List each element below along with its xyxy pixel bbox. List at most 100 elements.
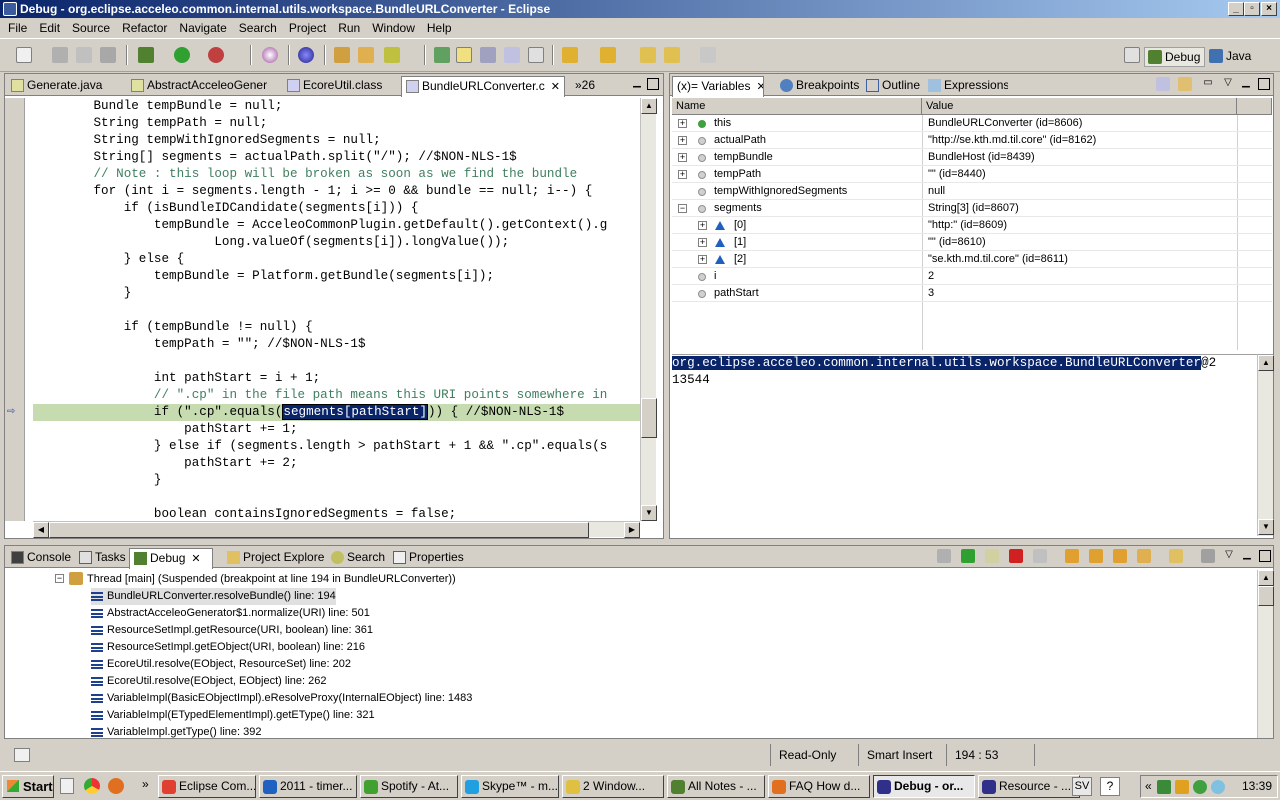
tray-app-icon[interactable] bbox=[1157, 780, 1171, 794]
tab-generate-java[interactable]: Generate.java bbox=[7, 76, 125, 96]
maximize-button[interactable]: ▫ bbox=[1244, 2, 1260, 16]
expand-toggle[interactable]: + bbox=[698, 238, 707, 247]
scroll-up-icon[interactable]: ▲ bbox=[641, 98, 657, 114]
menu-window[interactable]: Window bbox=[366, 21, 421, 35]
taskbar-button[interactable]: All Notes - ... bbox=[667, 775, 765, 798]
maximize-view-icon[interactable] bbox=[647, 78, 659, 90]
variable-row[interactable]: + [0] "http:" (id=8609) bbox=[672, 217, 1272, 234]
tab-tasks[interactable]: Tasks bbox=[75, 548, 129, 568]
minimize-view-icon[interactable]: ▁ bbox=[631, 78, 643, 90]
thread-label[interactable]: Thread [main] (Suspended (breakpoint at … bbox=[87, 571, 456, 588]
stack-frame[interactable]: VariableImpl(BasicEObjectImpl).eResolveP… bbox=[91, 690, 472, 707]
debug-icon[interactable] bbox=[138, 47, 154, 63]
close-tab-icon[interactable]: ✕ bbox=[551, 81, 560, 93]
stack-frame[interactable]: EcoreUtil.resolve(EObject, EObject) line… bbox=[91, 673, 326, 690]
detail-pane[interactable]: org.eclipse.acceleo.common.internal.util… bbox=[672, 354, 1257, 534]
tab-debug[interactable]: Debug ✕ bbox=[129, 548, 213, 569]
tab-expressions[interactable]: Expressions bbox=[924, 76, 1008, 96]
maximize-view-icon[interactable] bbox=[1259, 550, 1271, 562]
step-over-icon[interactable] bbox=[1089, 549, 1103, 563]
step-into-icon[interactable] bbox=[1065, 549, 1079, 563]
open-folder-icon[interactable] bbox=[358, 47, 374, 63]
detail-vertical-scrollbar[interactable]: ▲ ▼ bbox=[1257, 354, 1274, 536]
drop-to-frame-icon[interactable] bbox=[1137, 549, 1151, 563]
suspend-icon[interactable] bbox=[985, 549, 999, 563]
resume-icon[interactable] bbox=[961, 549, 975, 563]
scroll-down-icon[interactable]: ▼ bbox=[641, 505, 657, 521]
save-all-icon[interactable] bbox=[76, 47, 92, 63]
menu-project[interactable]: Project bbox=[283, 21, 332, 35]
stack-frame[interactable]: ResourceSetImpl.getEObject(URI, boolean)… bbox=[91, 639, 365, 656]
quicklaunch-overflow-icon[interactable]: » bbox=[142, 777, 149, 791]
menu-search[interactable]: Search bbox=[233, 21, 283, 35]
maximize-view-icon[interactable] bbox=[1258, 78, 1270, 90]
tab-bundleurlconverter[interactable]: BundleURLConverter.c ✕ bbox=[401, 76, 565, 97]
minimize-view-icon[interactable]: ▁ bbox=[1241, 550, 1253, 562]
tray-network-icon[interactable] bbox=[1193, 780, 1207, 794]
expand-toggle[interactable]: + bbox=[678, 170, 687, 179]
perspective-java[interactable]: Java bbox=[1206, 47, 1255, 67]
scroll-right-icon[interactable]: ▶ bbox=[624, 522, 640, 538]
menu-edit[interactable]: Edit bbox=[33, 21, 66, 35]
scroll-down-icon[interactable]: ▼ bbox=[1258, 519, 1274, 535]
scroll-up-icon[interactable]: ▲ bbox=[1258, 570, 1274, 586]
perspective-debug[interactable]: Debug bbox=[1144, 47, 1206, 67]
expand-toggle[interactable]: − bbox=[678, 204, 687, 213]
use-step-filters-icon[interactable] bbox=[1169, 549, 1183, 563]
taskbar-button[interactable]: Eclipse Com... bbox=[158, 775, 256, 798]
minimize-view-icon[interactable]: ▁ bbox=[1240, 78, 1252, 90]
taskbar-button[interactable]: Resource - ... bbox=[978, 775, 1080, 798]
variable-row[interactable]: pathStart 3 bbox=[672, 285, 1272, 302]
show-desktop-icon[interactable] bbox=[60, 778, 74, 794]
menu-help[interactable]: Help bbox=[421, 21, 458, 35]
variable-row[interactable]: + this BundleURLConverter (id=8606) bbox=[672, 115, 1272, 132]
firefox-quicklaunch-icon[interactable] bbox=[108, 778, 124, 794]
scroll-up-icon[interactable]: ▲ bbox=[1258, 355, 1274, 371]
remove-terminated-icon[interactable] bbox=[937, 549, 951, 563]
back-icon[interactable] bbox=[640, 47, 656, 63]
expand-toggle[interactable]: + bbox=[698, 221, 707, 230]
expand-toggle[interactable]: + bbox=[698, 255, 707, 264]
show-type-names-icon[interactable] bbox=[1156, 77, 1170, 91]
start-button[interactable]: Start bbox=[2, 775, 54, 798]
menu-source[interactable]: Source bbox=[66, 21, 116, 35]
stack-frame[interactable]: ResourceSetImpl.getResource(URI, boolean… bbox=[91, 622, 373, 639]
expand-toggle[interactable]: + bbox=[678, 136, 687, 145]
toggle-mark-icon[interactable] bbox=[434, 47, 450, 63]
variable-row[interactable]: − segments String[3] (id=8607) bbox=[672, 200, 1272, 217]
collapse-all-icon[interactable]: ▭ bbox=[1202, 78, 1214, 90]
minimize-button[interactable]: _ bbox=[1228, 2, 1244, 16]
variable-row[interactable]: + tempBundle BundleHost (id=8439) bbox=[672, 149, 1272, 166]
back-history-icon[interactable] bbox=[664, 47, 680, 63]
menu-run[interactable]: Run bbox=[332, 21, 366, 35]
menu-file[interactable]: File bbox=[2, 21, 33, 35]
open-perspective-icon[interactable] bbox=[1124, 47, 1140, 63]
stack-frame[interactable]: AbstractAcceleoGenerator$1.normalize(URI… bbox=[91, 605, 370, 622]
save-icon[interactable] bbox=[52, 47, 68, 63]
column-header-value[interactable]: Value bbox=[922, 98, 1237, 115]
run-icon[interactable] bbox=[174, 47, 190, 63]
taskbar-button[interactable]: Debug - or... bbox=[873, 775, 975, 798]
variable-row[interactable]: + [1] "" (id=8610) bbox=[672, 234, 1272, 251]
tab-outline[interactable]: Outline bbox=[862, 76, 924, 96]
web-icon[interactable] bbox=[298, 47, 314, 63]
tab-breakpoints[interactable]: Breakpoints bbox=[776, 76, 860, 96]
show-logical-structure-icon[interactable] bbox=[1178, 77, 1192, 91]
paragraph-icon[interactable] bbox=[528, 47, 544, 63]
view-menu-icon[interactable]: ▽ bbox=[1222, 78, 1234, 90]
chrome-quicklaunch-icon[interactable] bbox=[84, 778, 100, 794]
variable-row[interactable]: i2 bbox=[672, 268, 1272, 285]
close-button[interactable]: × bbox=[1261, 2, 1277, 16]
menu-navigate[interactable]: Navigate bbox=[173, 21, 232, 35]
tab-overflow[interactable]: »26 bbox=[565, 76, 605, 96]
stack-frame[interactable]: VariableImpl.getType() line: 392 bbox=[91, 724, 262, 741]
close-tab-icon[interactable]: ✕ bbox=[191, 553, 200, 565]
tab-ecoreutil-class[interactable]: EcoreUtil.class bbox=[283, 76, 401, 96]
print-icon[interactable] bbox=[100, 47, 116, 63]
search-tool-icon[interactable] bbox=[384, 47, 400, 63]
tab-console[interactable]: Console bbox=[7, 548, 73, 568]
editor-vertical-scrollbar[interactable]: ▲ ▼ bbox=[640, 98, 657, 521]
tray-shield-icon[interactable] bbox=[1175, 780, 1189, 794]
open-type-icon[interactable] bbox=[334, 47, 350, 63]
tab-abstract-acceleo-generator[interactable]: AbstractAcceleoGener bbox=[127, 76, 279, 96]
